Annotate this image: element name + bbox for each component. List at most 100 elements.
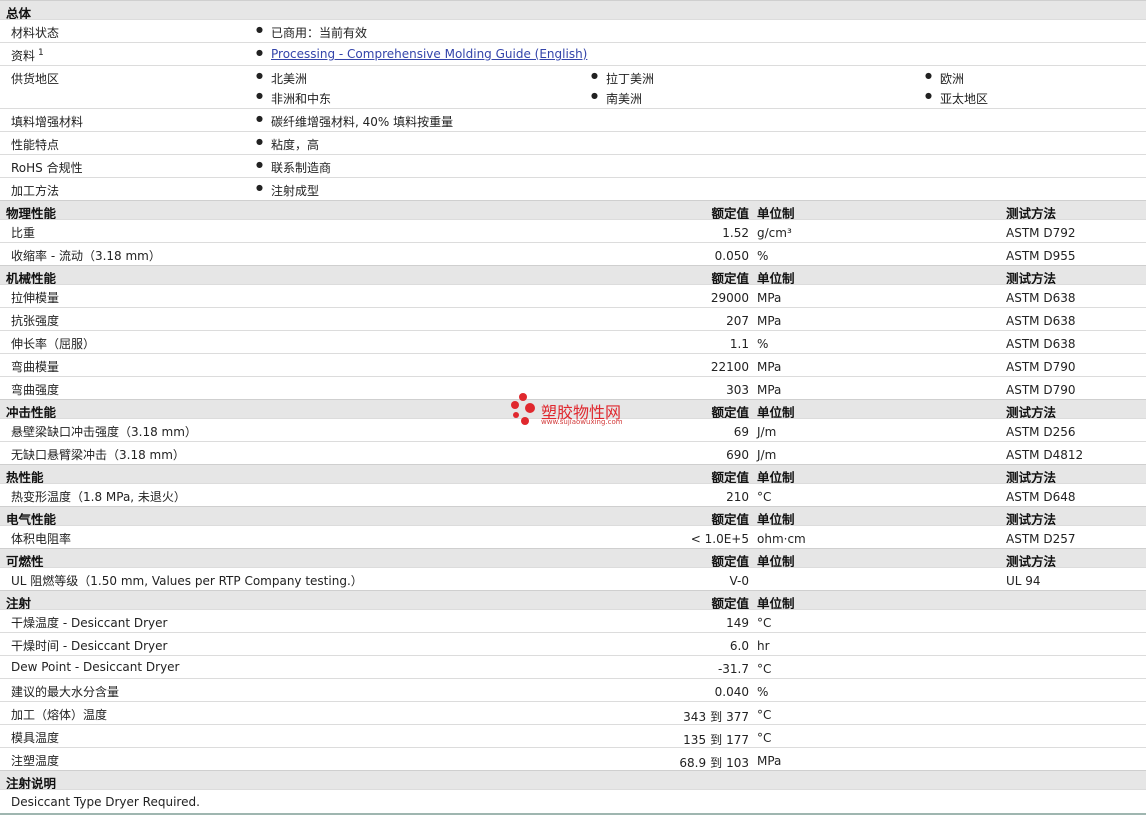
property-value: < 1.0E+5 <box>690 532 749 546</box>
section-header: 电气性能 额定值 单位制 测试方法 <box>0 506 1146 527</box>
row-documents: 资料1 Processing - Comprehensive Molding G… <box>0 42 1146 65</box>
property-unit: J/m <box>757 425 777 439</box>
property-value: 207 <box>726 314 749 328</box>
section-header: 物理性能 额定值 单位制 测试方法 <box>0 200 1146 221</box>
property-unit: MPa <box>757 383 782 397</box>
section-header: 可燃性 额定值 单位制 测试方法 <box>0 548 1146 569</box>
watermark-dots-icon <box>509 393 539 427</box>
property-row: 伸长率（屈服） 1.1% ASTM D638 <box>0 330 1146 353</box>
property-row: 拉伸模量 29000 MPa ASTM D638 <box>0 284 1146 307</box>
property-label: 拉伸模量 <box>11 291 60 305</box>
row-features: 性能特点 粘度，高 <box>0 131 1146 154</box>
property-row: 干燥时间 - Desiccant Dryer 6.0 hr <box>0 632 1146 655</box>
property-label: UL 阻燃等级（1.50 mm, Values per RTP Company … <box>11 574 363 588</box>
property-value: 149 <box>726 616 749 630</box>
property-label: 热变形温度（1.8 MPa, 未退火） <box>11 490 186 504</box>
processing-method-value: 注射成型 <box>256 182 319 199</box>
status-value: 已商用：当前有效 <box>256 24 367 41</box>
property-unit: MPa <box>757 360 782 374</box>
property-value: 0.050 <box>714 249 749 263</box>
property-unit: MPa <box>757 314 782 328</box>
property-label: 无缺口悬臂梁冲击（3.18 mm） <box>11 448 185 462</box>
property-unit: % <box>757 249 769 263</box>
property-method: UL 94 <box>1006 574 1041 588</box>
filler-value: 碳纤维增强材料, 40% 填料按重量 <box>256 113 453 130</box>
region-north-america: 北美洲 <box>256 70 307 87</box>
property-method: ASTM D792 <box>1006 226 1076 240</box>
property-unit: % <box>757 337 769 351</box>
section-header-general: 总体 <box>0 0 1146 21</box>
property-value: 303 <box>726 383 749 397</box>
rohs-value: 联系制造商 <box>256 159 331 176</box>
property-method: ASTM D4812 <box>1006 448 1084 462</box>
property-method: ASTM D790 <box>1006 360 1076 374</box>
property-value: 6.0 <box>729 639 749 653</box>
property-value: V-0 <box>729 574 749 588</box>
property-value: 69 <box>733 425 749 439</box>
property-value: 0.040 <box>714 685 749 699</box>
property-unit: ohm·cm <box>757 532 806 546</box>
property-row: 加工（熔体）温度 343 到 377 °C <box>0 701 1146 724</box>
property-label: 收缩率 - 流动（3.18 mm） <box>11 249 161 263</box>
section-header-notes: 注射说明 <box>0 770 1146 791</box>
property-unit: J/m <box>757 448 777 462</box>
molding-guide-link[interactable]: Processing - Comprehensive Molding Guide… <box>271 47 587 61</box>
documents-item: Processing - Comprehensive Molding Guide… <box>256 47 587 61</box>
property-value: 343 到 377 <box>683 710 749 724</box>
property-method: ASTM D955 <box>1006 249 1076 263</box>
watermark-url: www.sujiaowuxing.com <box>541 418 623 426</box>
property-label: 干燥温度 - Desiccant Dryer <box>11 616 168 630</box>
property-row: 收缩率 - 流动（3.18 mm） 0.050% ASTM D955 <box>0 242 1146 265</box>
property-label: 弯曲模量 <box>11 360 60 374</box>
property-value: 22100 <box>710 360 749 374</box>
note-text: Desiccant Type Dryer Required. <box>11 795 200 809</box>
property-label: 比重 <box>11 226 36 240</box>
property-value: 690 <box>726 448 749 462</box>
row-label: 加工方法 <box>11 184 60 198</box>
property-label: 伸长率（屈服） <box>11 337 96 351</box>
property-value: 1.52 <box>722 226 749 240</box>
property-method: ASTM D638 <box>1006 314 1076 328</box>
property-row: 体积电阻率 < 1.0E+5 ohm·cm ASTM D257 <box>0 525 1146 548</box>
property-label: 悬壁梁缺口冲击强度（3.18 mm） <box>11 425 197 439</box>
region-south-america: 南美洲 <box>591 90 642 107</box>
property-row: 比重 1.52 g/cm³ ASTM D792 <box>0 219 1146 242</box>
row-label: 填料增强材料 <box>11 115 84 129</box>
property-unit: °C <box>757 662 772 676</box>
property-value: 1.1 <box>729 337 749 351</box>
row-label: 性能特点 <box>11 138 60 152</box>
property-sections: 物理性能 额定值 单位制 测试方法比重 1.52 g/cm³ ASTM D792 收缩率 - … <box>0 200 1146 770</box>
row-label: RoHS 合规性 <box>11 161 83 175</box>
row-regions: 供货地区 北美洲 拉丁美洲 欧洲 非洲和中东 南美洲 亚太地区 <box>0 65 1146 108</box>
property-label: 注塑温度 <box>11 754 60 768</box>
section-header: 热性能 额定值 单位制 测试方法 <box>0 464 1146 485</box>
property-label: Dew Point - Desiccant Dryer <box>11 660 180 674</box>
region-africa-middle-east: 非洲和中东 <box>256 90 331 107</box>
property-row: 注塑温度 68.9 到 103 MPa <box>0 747 1146 770</box>
row-processing-method: 加工方法 注射成型 <box>0 177 1146 200</box>
property-label: 干燥时间 - Desiccant Dryer <box>11 639 168 653</box>
watermark-logo: 塑胶物性网 www.sujiaowuxing.com <box>509 393 649 433</box>
property-method: ASTM D790 <box>1006 383 1076 397</box>
property-method: ASTM D257 <box>1006 532 1076 546</box>
property-label: 抗张强度 <box>11 314 60 328</box>
property-value: -31.7 <box>717 662 749 676</box>
property-unit: °C <box>757 490 772 504</box>
property-row: 模具温度 135 到 177 °C <box>0 724 1146 747</box>
section-header: 注射 额定值 单位制 <box>0 590 1146 611</box>
property-unit: °C <box>757 708 772 722</box>
region-latin-america: 拉丁美洲 <box>591 70 654 87</box>
property-value: 29000 <box>710 291 749 305</box>
row-filler: 填料增强材料 碳纤维增强材料, 40% 填料按重量 <box>0 108 1146 131</box>
bottom-divider <box>0 813 1146 815</box>
property-row: 弯曲模量 22100 MPa ASTM D790 <box>0 353 1146 376</box>
property-label: 建议的最大水分含量 <box>11 685 120 699</box>
row-material-status: 材料状态 已商用：当前有效 <box>0 19 1146 42</box>
property-unit: g/cm³ <box>757 226 792 240</box>
property-method: ASTM D638 <box>1006 291 1076 305</box>
section-header: 机械性能 额定值 单位制 测试方法 <box>0 265 1146 286</box>
property-label: 体积电阻率 <box>11 532 72 546</box>
property-unit: % <box>757 685 769 699</box>
property-value: 135 到 177 <box>683 733 749 747</box>
property-unit: °C <box>757 731 772 745</box>
